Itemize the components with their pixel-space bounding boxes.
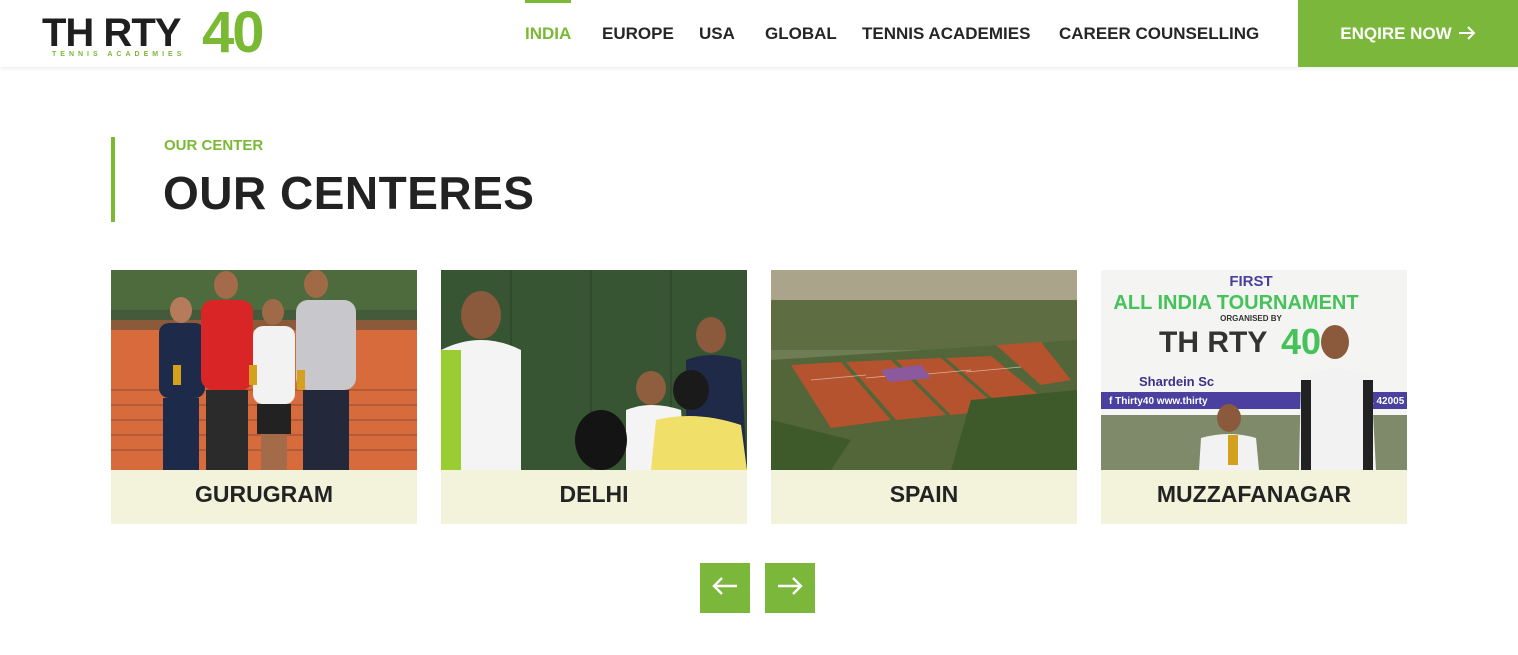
nav-usa[interactable]: USA bbox=[699, 0, 735, 67]
center-name: GURUGRAM bbox=[111, 470, 417, 524]
center-card-gurugram[interactable]: GURUGRAM bbox=[111, 270, 417, 524]
carousel-next-button[interactable] bbox=[765, 563, 815, 613]
logo-tagline: TENNIS ACADEMIES bbox=[52, 51, 186, 58]
nav-career-counselling[interactable]: CAREER COUNSELLING bbox=[1059, 0, 1259, 67]
svg-text:40: 40 bbox=[1281, 321, 1321, 362]
center-card-delhi[interactable]: DELHI bbox=[441, 270, 747, 524]
section-eyebrow: OUR CENTER bbox=[164, 137, 264, 154]
arrow-left-icon bbox=[712, 576, 738, 600]
center-name: DELHI bbox=[441, 470, 747, 524]
nav-india[interactable]: INDIA bbox=[525, 0, 572, 67]
svg-text:TH RTY: TH RTY bbox=[1159, 326, 1267, 359]
center-photo-muzzafanagar: FIRST ALL INDIA TOURNAMENT ORGANISED BY … bbox=[1101, 270, 1407, 470]
poster-line2: ALL INDIA TOURNAMENT bbox=[1113, 292, 1358, 314]
arrow-right-icon bbox=[777, 576, 803, 600]
poster-line4: Shardein Sc bbox=[1139, 374, 1214, 389]
center-photo-delhi bbox=[441, 270, 747, 470]
center-photo-gurugram bbox=[111, 270, 417, 470]
carousel-prev-button[interactable] bbox=[700, 563, 750, 613]
logo-word: TH RTY bbox=[42, 11, 181, 55]
poster-line3: ORGANISED BY bbox=[1220, 314, 1282, 323]
center-photo-spain bbox=[771, 270, 1077, 470]
center-name: SPAIN bbox=[771, 470, 1077, 524]
poster-line1: FIRST bbox=[1229, 273, 1272, 290]
enquire-now-button[interactable]: ENQIRE NOW bbox=[1298, 0, 1518, 67]
heading-accent-bar bbox=[111, 137, 115, 222]
poster-line5: f Thirty40 www.thirty bbox=[1109, 396, 1208, 407]
nav-tennis-academies[interactable]: TENNIS ACADEMIES bbox=[862, 0, 1030, 67]
center-card-muzzafanagar[interactable]: FIRST ALL INDIA TOURNAMENT ORGANISED BY … bbox=[1101, 270, 1407, 524]
arrow-right-icon bbox=[1458, 24, 1476, 44]
logo[interactable]: TH RTY 40 TENNIS ACADEMIES bbox=[42, 4, 292, 62]
nav-europe[interactable]: EUROPE bbox=[602, 0, 674, 67]
center-name: MUZZAFANAGAR bbox=[1101, 470, 1407, 524]
section-title: OUR CENTERES bbox=[163, 167, 535, 219]
nav-global[interactable]: GLOBAL bbox=[765, 0, 837, 67]
site-header: TH RTY 40 TENNIS ACADEMIES INDIA EUROPE … bbox=[0, 0, 1518, 67]
center-card-spain[interactable]: SPAIN bbox=[771, 270, 1077, 524]
enquire-now-label: ENQIRE NOW bbox=[1340, 23, 1452, 43]
logo-number: 40 bbox=[202, 0, 264, 65]
